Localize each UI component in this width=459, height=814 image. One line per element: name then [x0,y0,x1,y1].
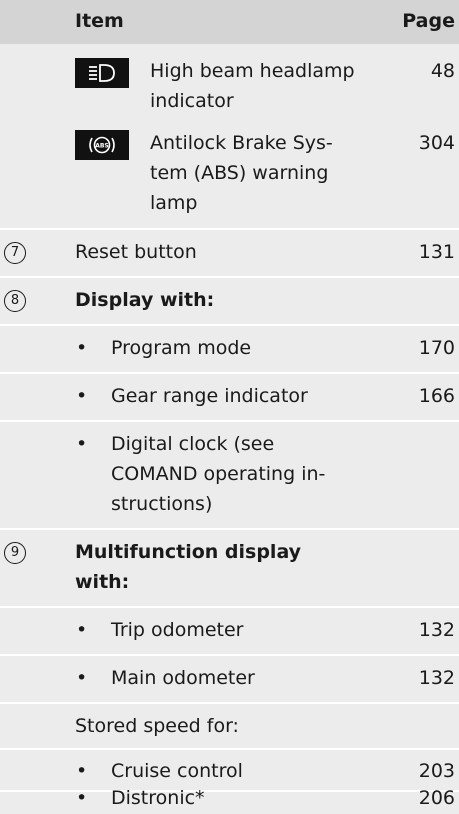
svg-text:ABS: ABS [95,143,109,150]
distronic-page: 206 [418,787,455,809]
digital-clock-label-line2: COMAND operating in- [111,463,326,485]
bullet: • [76,760,88,782]
gear-range-label: Gear range indicator [111,385,308,407]
header-item: Item [75,10,124,32]
callout-number: 8 [4,290,26,312]
bullet: • [76,619,88,641]
row-divider [0,324,459,326]
callout-number: 9 [4,542,26,564]
row-divider [0,228,459,230]
display-label: Display with: [75,289,215,311]
stored-speed-label: Stored speed for: [75,715,239,737]
row-divider [0,654,459,656]
abs-icon: ABS [75,130,129,160]
row-divider [0,528,459,530]
digital-clock-label-line1: Digital clock (see [111,433,275,455]
row-divider [0,702,459,704]
bullet: • [76,667,88,689]
distronic-label: Distronic* [111,787,205,809]
row-divider [0,790,459,792]
trip-odometer-page: 132 [418,619,455,641]
row-divider [0,420,459,422]
cruise-control-label: Cruise control [111,760,243,782]
reference-table: Item Page High beam headlamp indicator 4… [0,0,459,814]
row-divider [0,276,459,278]
high-beam-label-line1: High beam headlamp [150,60,355,82]
high-beam-page: 48 [430,60,455,82]
abs-label-line3: lamp [150,192,198,214]
row-divider [0,748,459,750]
gear-range-page: 166 [418,385,455,407]
program-mode-page: 170 [418,337,455,359]
main-odometer-page: 132 [418,667,455,689]
abs-label-line2: tem (ABS) warning [150,162,329,184]
multifunction-label-line2: with: [75,571,130,593]
row-divider [0,606,459,608]
bullet: • [76,433,88,455]
reset-label: Reset button [75,241,197,263]
abs-page: 304 [418,132,455,154]
header-page: Page [402,10,455,32]
program-mode-label: Program mode [111,337,252,359]
row-divider [0,372,459,374]
bullet: • [76,385,88,407]
cruise-control-page: 203 [418,760,455,782]
table-header [0,0,459,44]
abs-label-line1: Antilock Brake Sys- [150,132,333,154]
multifunction-label-line1: Multifunction display [75,541,302,563]
high-beam-label-line2: indicator [150,90,234,112]
bullet: • [76,787,88,809]
trip-odometer-label: Trip odometer [111,619,244,641]
digital-clock-label-line3: structions) [111,493,213,515]
reset-page: 131 [418,241,455,263]
high-beam-icon [75,58,129,88]
callout-number: 7 [4,242,26,264]
bullet: • [76,337,88,359]
main-odometer-label: Main odometer [111,667,255,689]
